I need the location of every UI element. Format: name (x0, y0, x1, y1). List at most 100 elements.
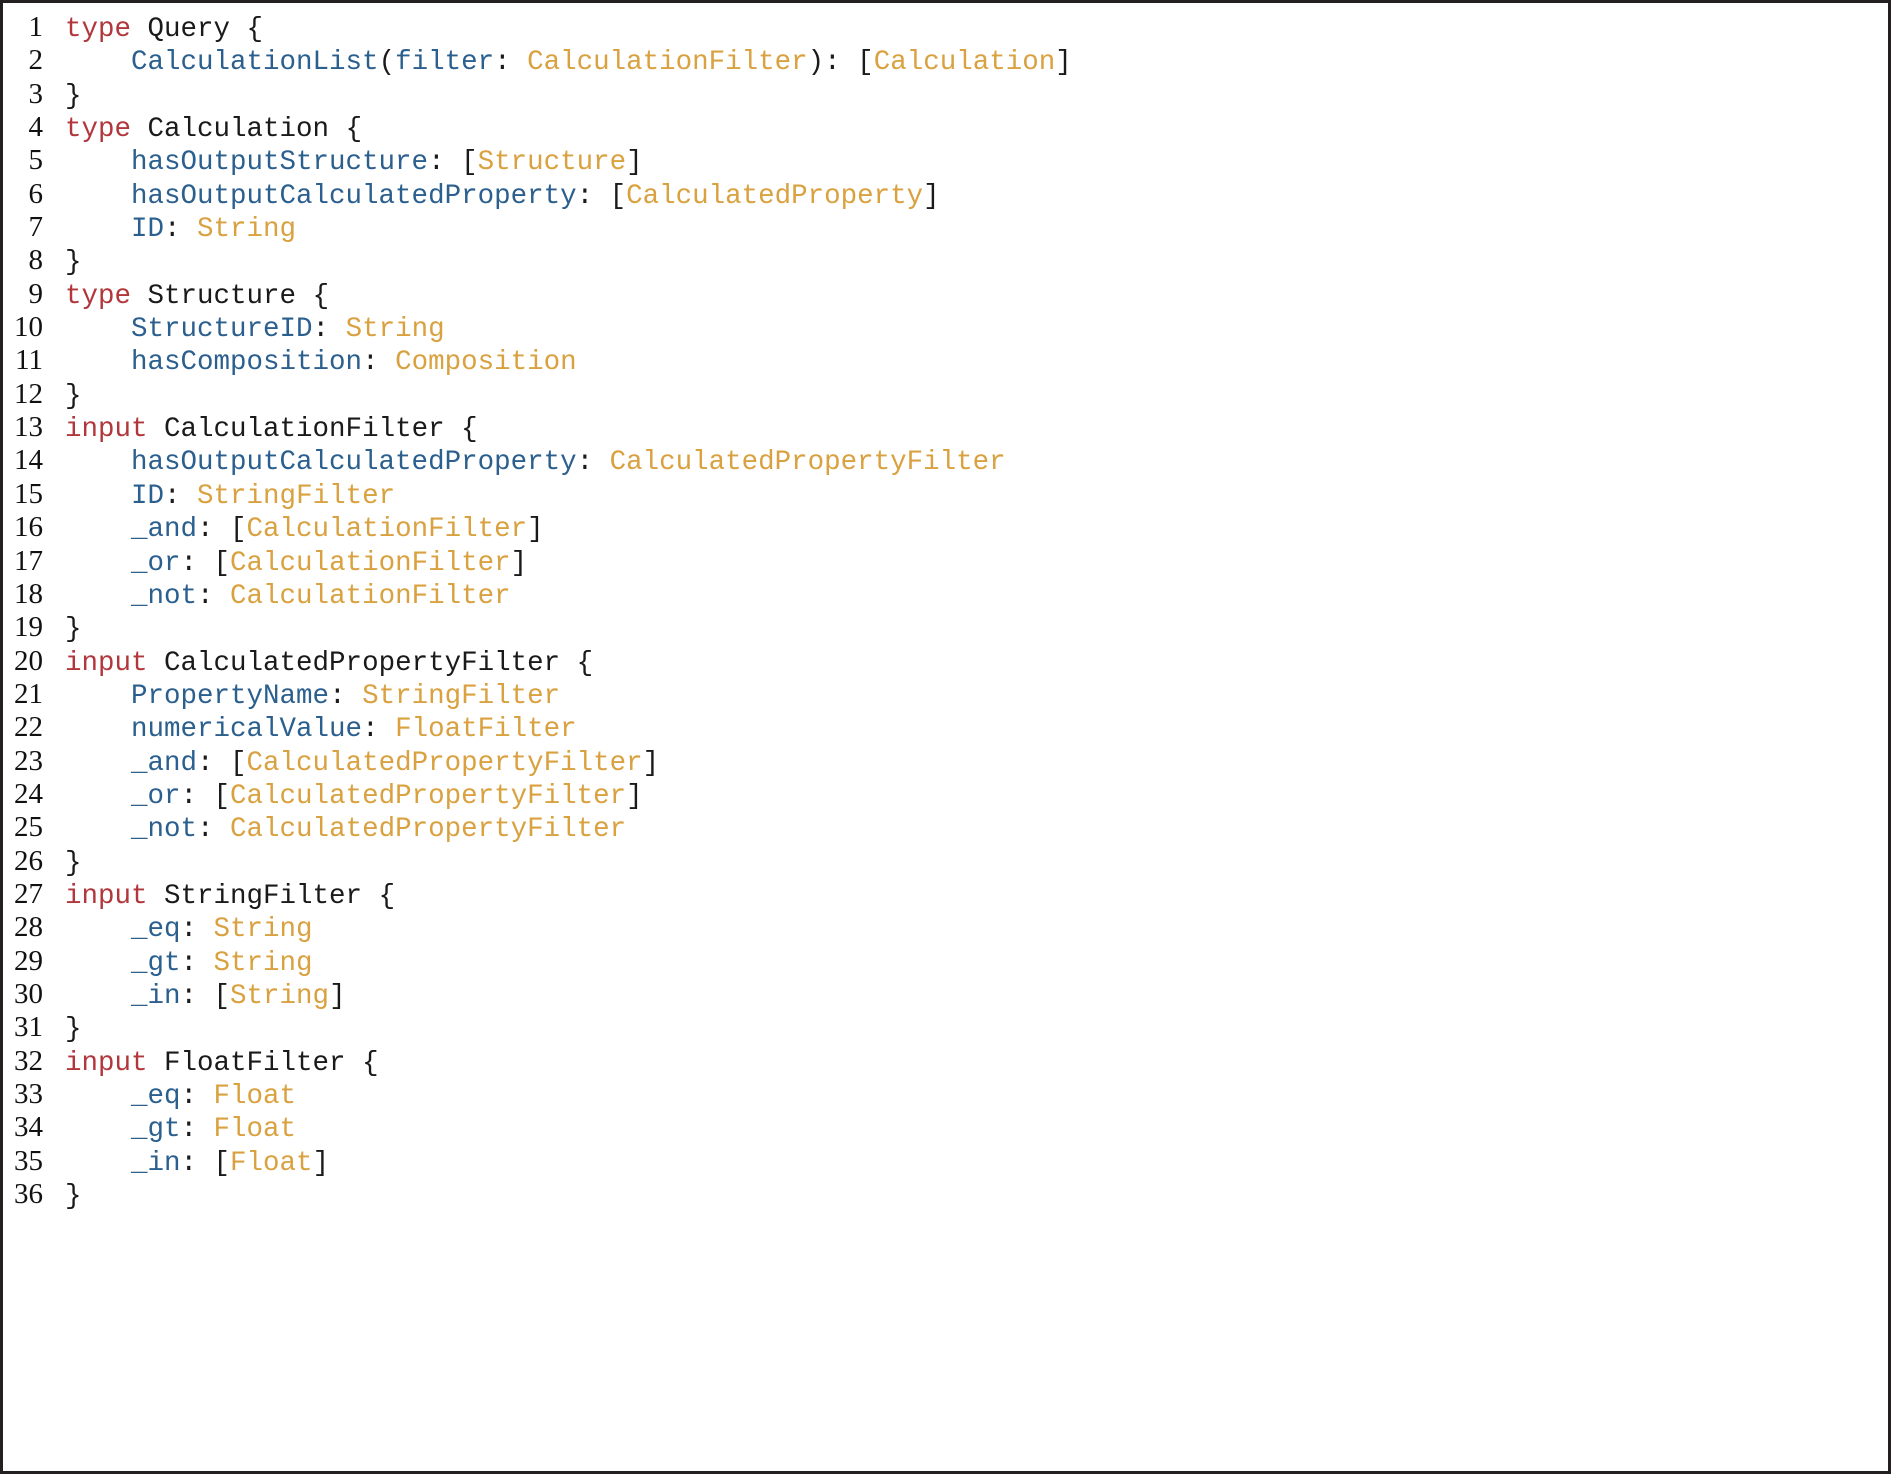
code-token-type: String (345, 314, 445, 346)
code-line: 14 hasOutputCalculatedProperty: Calculat… (3, 444, 1888, 479)
code-token-punc: { (560, 647, 594, 679)
code-token-punc: : [ (180, 780, 231, 812)
code-token-type: Float (230, 1147, 313, 1179)
code-token-punc: ] (510, 547, 528, 579)
code-line-content: _or: [CalculationFilter] (65, 547, 1888, 580)
code-token-field: _or (131, 547, 181, 579)
code-listing: 1 type Query {2 CalculationList(filter: C… (3, 11, 1888, 1213)
code-line: 24 _or: [CalculatedPropertyFilter] (3, 777, 1888, 812)
line-number: 32 (14, 1044, 43, 1077)
code-line-content: input CalculatedPropertyFilter { (65, 647, 1888, 680)
code-token-punc: : (576, 447, 610, 479)
code-line: 26} (3, 845, 1888, 879)
code-token-kw: input (65, 414, 148, 446)
code-line-content: type Structure { (65, 280, 1888, 313)
code-token-punc: { (296, 280, 330, 312)
line-number: 10 (14, 311, 43, 344)
line-number: 15 (14, 477, 43, 510)
line-number: 9 (28, 277, 44, 310)
code-token-punc: : (362, 347, 396, 379)
code-token-field: _eq (131, 1081, 181, 1112)
code-token-typename: FloatFilter (164, 1047, 346, 1079)
code-token-field: CalculationList (131, 47, 379, 79)
code-line: 20 input CalculatedPropertyFilter { (3, 645, 1888, 680)
code-token-punc: } (65, 614, 82, 646)
code-line-content: } (65, 380, 1888, 413)
code-token-field: _and (131, 514, 198, 546)
code-token-typename: Structure (147, 280, 297, 312)
code-line: 23 _and: [CalculatedPropertyFilter] (3, 744, 1888, 780)
code-line-content: StructureID: String (65, 313, 1888, 346)
code-token-type: String (197, 214, 297, 246)
line-number: 11 (15, 344, 43, 377)
code-token-type: Composition (395, 347, 577, 379)
line-number: 13 (14, 411, 43, 444)
code-line-content: hasComposition: Composition (65, 346, 1888, 379)
line-number: 28 (14, 911, 43, 944)
code-token-field: _not (131, 814, 198, 846)
code-line: 25 _not: CalculatedPropertyFilter (3, 811, 1888, 846)
code-token-punc: } (65, 247, 82, 279)
code-token-punc: : [ (180, 547, 231, 579)
code-token-kw: type (65, 114, 132, 146)
code-token-type: CalculationFilter (230, 547, 511, 579)
code-line-content: ID: StringFilter (65, 480, 1888, 513)
code-token-type: Float (213, 1081, 297, 1112)
code-token-field: ID (131, 214, 165, 246)
code-token-typename: Query (147, 14, 231, 45)
code-token-punc: : (164, 480, 198, 512)
code-line-content: _and: [CalculatedPropertyFilter] (65, 747, 1888, 780)
code-token-punc: : [ (576, 180, 627, 212)
line-number: 14 (14, 444, 43, 477)
code-line: 2 CalculationList(filter: CalculationFil… (3, 44, 1888, 79)
code-line-content: } (65, 613, 1888, 646)
code-line: 8} (3, 244, 1888, 279)
line-number: 33 (14, 1078, 43, 1110)
line-number: 36 (14, 1178, 43, 1211)
code-token-type: StringFilter (362, 680, 561, 712)
code-token-punc: : [ (428, 147, 478, 179)
line-number: 1 (28, 11, 44, 43)
line-number: 24 (14, 777, 43, 810)
line-number: 25 (14, 811, 43, 844)
code-token-punc: : (362, 714, 396, 746)
code-token-punc: } (65, 847, 82, 879)
code-token-type: String (213, 947, 313, 979)
code-token-field: hasOutputCalculatedProperty (131, 180, 577, 212)
code-token-punc: : (329, 680, 363, 712)
code-token-field: _not (131, 580, 198, 612)
code-line-content: } (65, 246, 1888, 279)
code-token-typename: CalculationFilter (164, 414, 445, 446)
line-number: 3 (28, 77, 44, 110)
code-token-field: hasComposition (131, 347, 363, 379)
code-token-field: _or (131, 780, 181, 812)
code-line: 30 _in: [String] (3, 978, 1888, 1013)
code-line-content: _in: [String] (65, 980, 1888, 1013)
code-token-field: PropertyName (131, 680, 330, 712)
code-token-punc: { (345, 1047, 379, 1079)
code-token-field: _in (131, 980, 181, 1012)
code-token-punc: { (230, 14, 264, 45)
code-line-content: ID: String (65, 213, 1888, 246)
line-number: 19 (14, 611, 43, 644)
code-token-type: CalculatedPropertyFilter (609, 447, 1006, 479)
code-token-type: StringFilter (197, 480, 396, 512)
code-line-content: } (65, 80, 1888, 113)
code-line: 33 _eq: Float (3, 1078, 1888, 1112)
code-line: 21 PropertyName: StringFilter (3, 678, 1888, 712)
code-token-punc: : (164, 214, 198, 246)
code-token-punc: } (65, 1181, 82, 1213)
code-token-type: CalculatedPropertyFilter (230, 780, 627, 812)
line-number: 23 (14, 744, 43, 777)
line-number: 2 (28, 44, 44, 77)
code-token-type: CalculationFilter (230, 580, 511, 612)
code-line: 7 ID: String (3, 211, 1888, 246)
